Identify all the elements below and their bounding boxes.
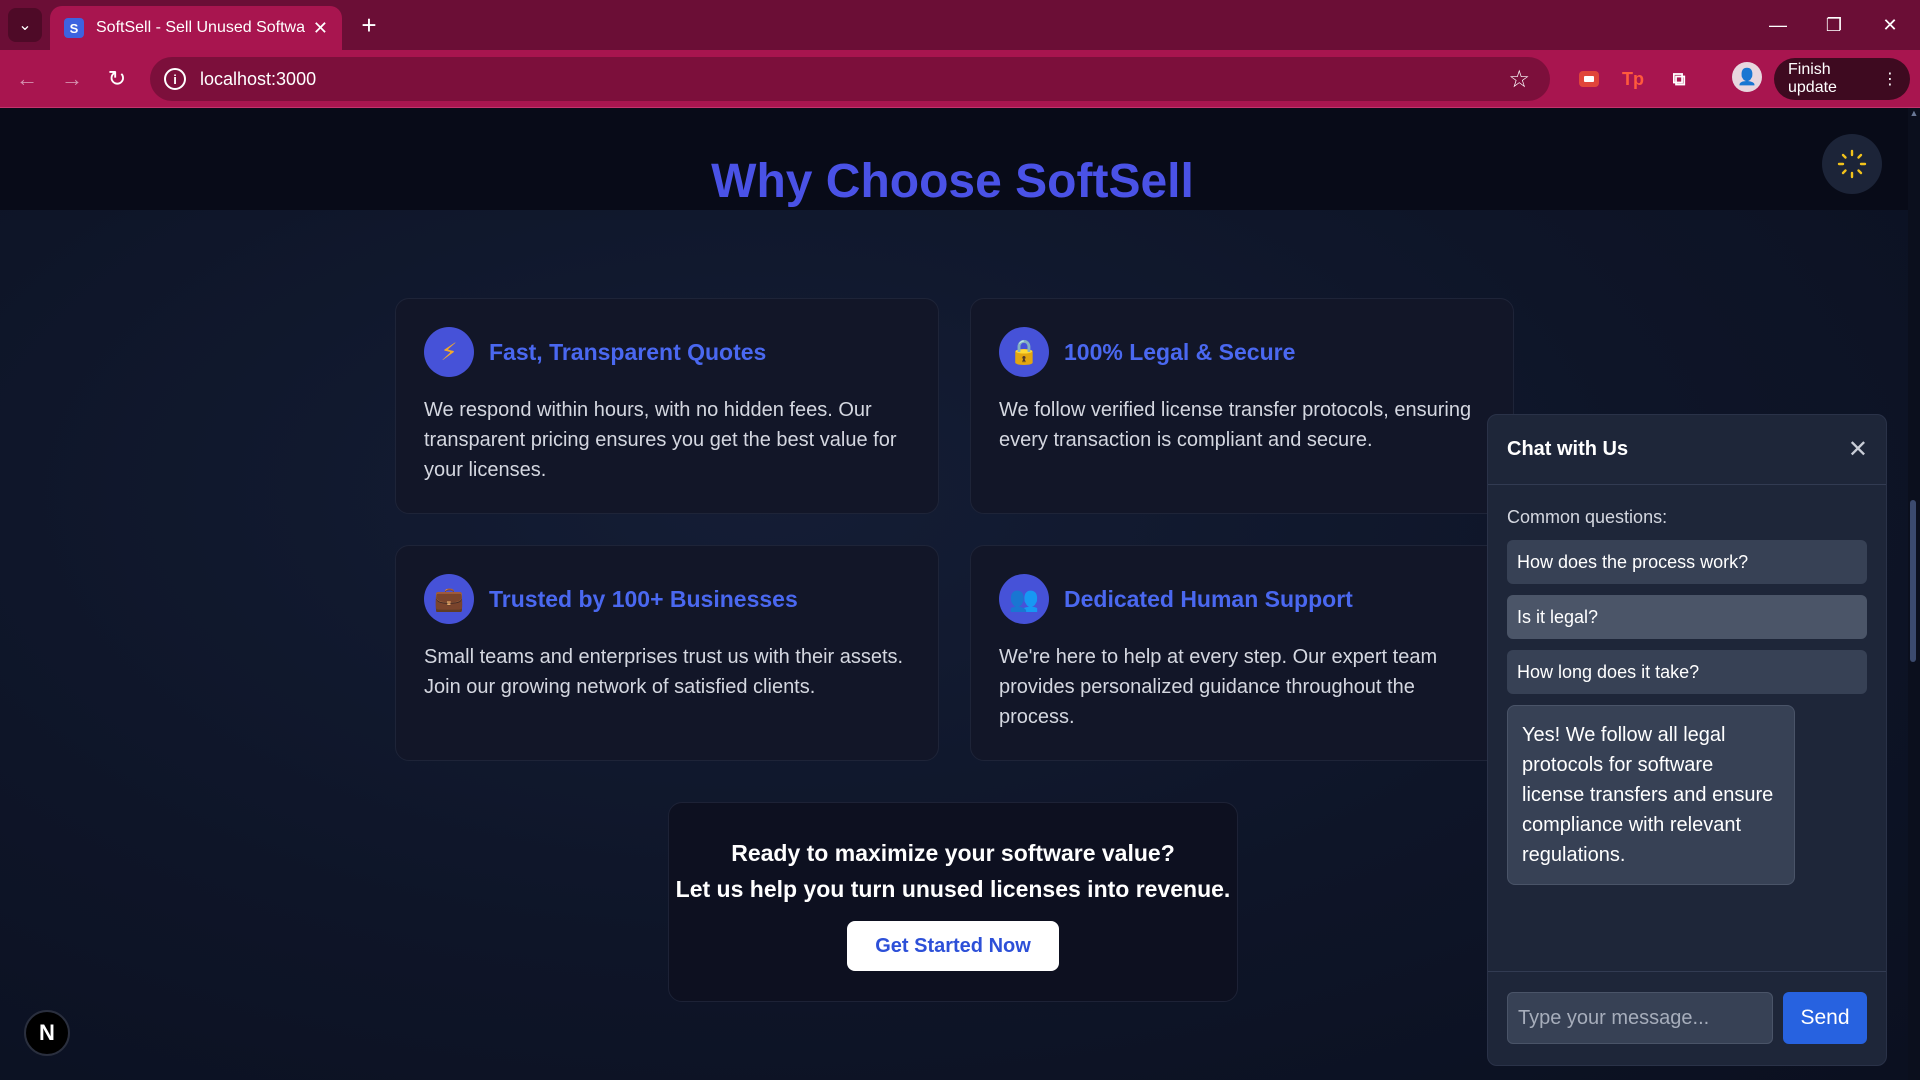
page-viewport: Why Choose SoftSell ⚡ Fast, Transparent … [0, 108, 1908, 1080]
browser-tab-active[interactable]: S SoftSell - Sell Unused Software ✕ [50, 6, 342, 50]
theme-toggle-sun-icon[interactable] [1822, 134, 1882, 194]
lightning-icon: ⚡ [424, 327, 474, 377]
feature-text: Small teams and enterprises trust us wit… [424, 646, 904, 698]
back-arrow-icon[interactable]: ← [10, 62, 44, 96]
people-icon: 👥 [999, 574, 1049, 624]
feature-title: 100% Legal & Secure [1064, 338, 1296, 365]
chat-message-input[interactable] [1507, 992, 1773, 1044]
extension-video-icon[interactable] [1574, 64, 1604, 94]
minimize-icon[interactable]: — [1750, 0, 1806, 50]
forward-arrow-icon[interactable]: → [55, 62, 89, 96]
extensions-puzzle-icon[interactable]: ⧉ [1664, 64, 1694, 94]
feature-card-trusted: 💼 Trusted by 100+ Businesses Small teams… [395, 545, 939, 761]
question-button-duration[interactable]: How long does it take? [1507, 650, 1867, 694]
briefcase-icon: 💼 [424, 574, 474, 624]
tab-close-icon[interactable]: ✕ [313, 18, 328, 39]
reload-icon[interactable]: ↻ [100, 62, 134, 96]
profile-avatar[interactable]: 👤 [1732, 62, 1762, 92]
scroll-up-arrow-icon[interactable]: ▲ [1908, 108, 1920, 120]
chat-footer: Send [1488, 971, 1886, 1065]
extension-tp-icon[interactable]: Tp [1618, 64, 1648, 94]
chat-title: Chat with Us [1507, 438, 1629, 460]
section-title: Why Choose SoftSell [711, 155, 1194, 208]
feature-title: Dedicated Human Support [1064, 585, 1353, 612]
finish-update-label: Finish update [1788, 61, 1837, 96]
softsell-favicon-icon: S [64, 18, 84, 38]
chat-close-icon[interactable]: ✕ [1848, 435, 1868, 464]
get-started-button[interactable]: Get Started Now [847, 921, 1059, 971]
chat-panel: Chat with Us ✕ Common questions: How doe… [1487, 414, 1887, 1066]
chat-body: Common questions: How does the process w… [1488, 485, 1886, 885]
feature-text: We respond within hours, with no hidden … [424, 399, 897, 481]
finish-update-button[interactable]: Finish update ⋮ [1774, 58, 1910, 100]
chat-header: Chat with Us ✕ [1488, 415, 1886, 485]
cta-headline: Ready to maximize your software value? [731, 840, 1175, 866]
tab-title: SoftSell - Sell Unused Software [96, 19, 305, 36]
feature-card-support: 👥 Dedicated Human Support We're here to … [970, 545, 1514, 761]
tab-search-chevron-icon[interactable]: ⌄ [8, 8, 42, 42]
bookmark-star-icon[interactable]: ☆ [1508, 65, 1530, 94]
more-menu-icon[interactable]: ⋮ [1882, 69, 1898, 89]
url-text: localhost:3000 [200, 68, 317, 89]
feature-card-quotes: ⚡ Fast, Transparent Quotes We respond wi… [395, 298, 939, 514]
browser-tab-bar: ⌄ S SoftSell - Sell Unused Software ✕ + … [0, 0, 1920, 50]
window-close-icon[interactable]: ✕ [1862, 0, 1918, 50]
browser-toolbar: ← → ↻ i localhost:3000 ☆ Tp ⧉ 👤 Finish u… [0, 50, 1920, 108]
common-questions-label: Common questions: [1507, 507, 1668, 527]
feature-title: Trusted by 100+ Businesses [489, 585, 798, 612]
restore-icon[interactable]: ❐ [1806, 0, 1862, 50]
lock-icon: 🔒 [999, 327, 1049, 377]
site-info-icon[interactable]: i [164, 68, 186, 90]
feature-title: Fast, Transparent Quotes [489, 338, 767, 365]
question-button-process[interactable]: How does the process work? [1507, 540, 1867, 584]
cta-box: Ready to maximize your software value? L… [668, 802, 1238, 1002]
cta-subline: Let us help you turn unused licenses int… [675, 876, 1231, 902]
question-button-legal[interactable]: Is it legal? [1507, 595, 1867, 639]
feature-text: We follow verified license transfer prot… [999, 399, 1472, 451]
feature-card-legal: 🔒 100% Legal & Secure We follow verified… [970, 298, 1514, 514]
address-bar[interactable]: i localhost:3000 ☆ [150, 57, 1550, 101]
nextjs-dev-badge[interactable]: N [24, 1010, 70, 1056]
send-button[interactable]: Send [1783, 992, 1867, 1044]
scrollbar-thumb[interactable] [1910, 500, 1916, 662]
new-tab-plus-icon[interactable]: + [352, 8, 386, 42]
feature-text: We're here to help at every step. Our ex… [999, 646, 1438, 728]
chat-answer-message: Yes! We follow all legal protocols for s… [1507, 705, 1795, 885]
